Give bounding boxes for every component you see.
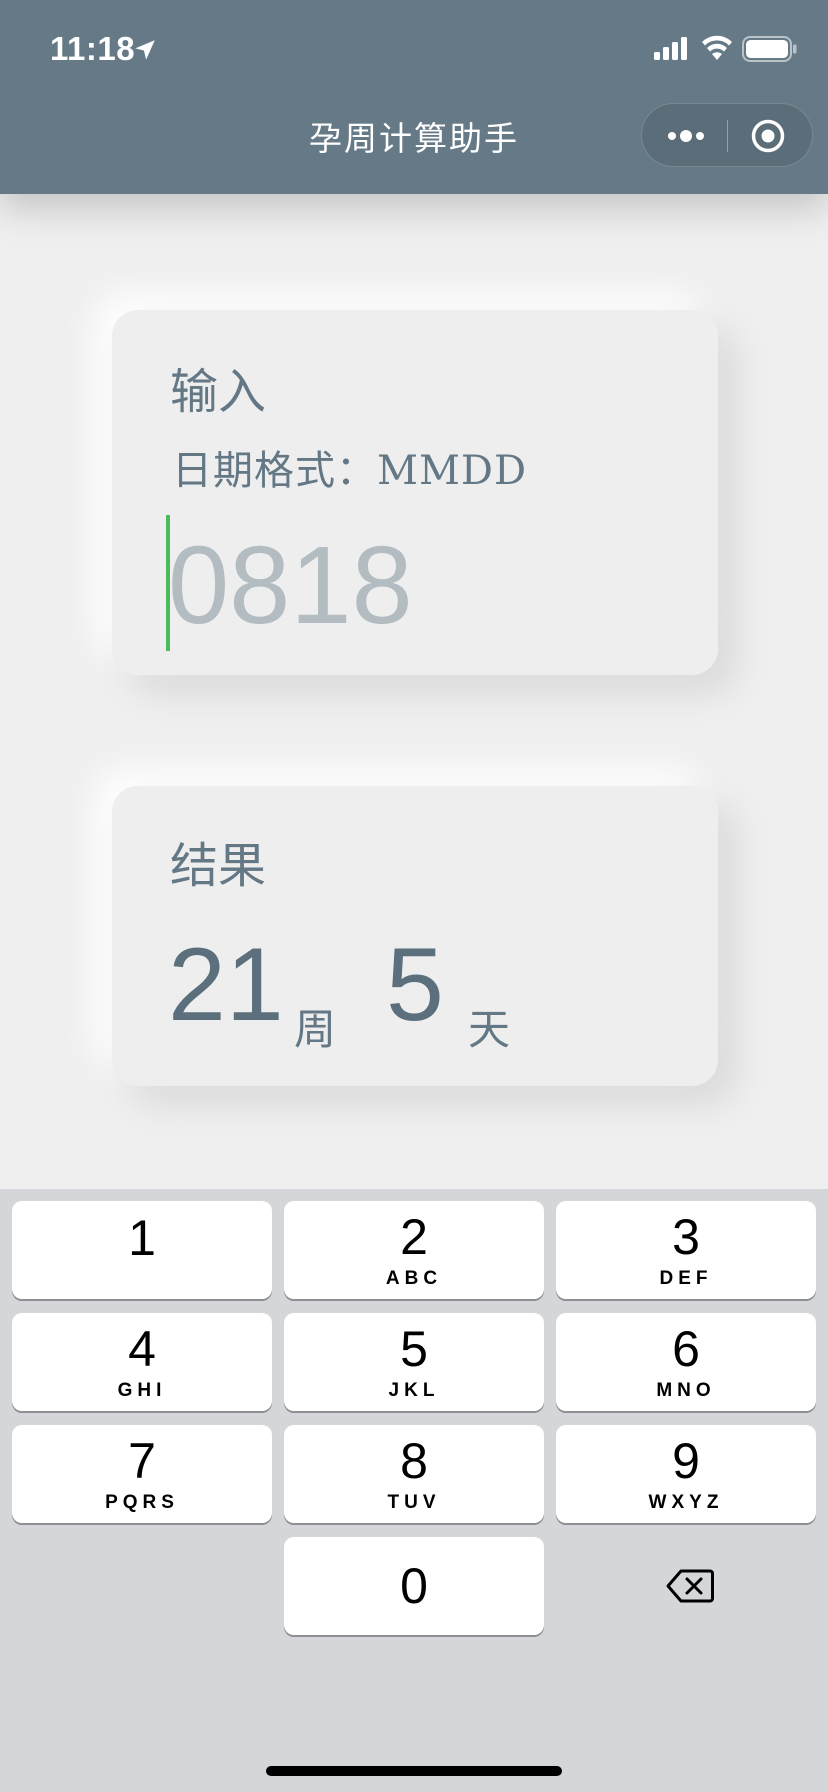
key-1[interactable]: 1 bbox=[12, 1201, 272, 1299]
key-number: 7 bbox=[128, 1433, 156, 1489]
wifi-icon bbox=[702, 35, 732, 60]
date-input-wrapper bbox=[166, 515, 666, 655]
key-7[interactable]: 7 PQRS bbox=[12, 1425, 272, 1523]
home-indicator bbox=[266, 1766, 562, 1776]
days-unit: 天 bbox=[468, 1005, 511, 1054]
key-number: 1 bbox=[128, 1210, 156, 1266]
numeric-keypad: 1 2 ABC 3 DEF 4 GHI 5 JKL 6 MNO 7 PQRS 8… bbox=[0, 1189, 828, 1792]
key-letters: JKL bbox=[388, 1380, 440, 1401]
page: 11:18 孕周计算助手 输入 日期格式：MMDD 0818 结果 21 周 5… bbox=[0, 0, 828, 1792]
key-letters: TUV bbox=[387, 1492, 441, 1513]
key-number: 9 bbox=[672, 1433, 700, 1489]
key-number: 2 bbox=[400, 1209, 428, 1265]
key-number: 4 bbox=[128, 1321, 156, 1377]
key-letters: GHI bbox=[117, 1380, 167, 1401]
date-input[interactable] bbox=[168, 515, 648, 655]
key-number: 5 bbox=[400, 1321, 428, 1377]
key-letters: DEF bbox=[659, 1268, 713, 1289]
result-value: 21 周 5 天 bbox=[168, 926, 688, 1054]
location-arrow-icon bbox=[135, 40, 155, 60]
backspace-icon bbox=[666, 1569, 714, 1603]
key-number: 6 bbox=[672, 1321, 700, 1377]
key-letters: ABC bbox=[385, 1268, 443, 1289]
key-8[interactable]: 8 TUV bbox=[284, 1425, 544, 1523]
key-number: 3 bbox=[672, 1209, 700, 1265]
header: 11:18 孕周计算助手 bbox=[0, 0, 828, 194]
key-5[interactable]: 5 JKL bbox=[284, 1313, 544, 1411]
date-format-hint: 日期格式：MMDD bbox=[172, 448, 528, 494]
key-3[interactable]: 3 DEF bbox=[556, 1201, 816, 1299]
delete-key[interactable] bbox=[556, 1537, 816, 1635]
status-time: 11:18 bbox=[50, 30, 136, 67]
close-target-icon[interactable] bbox=[750, 118, 786, 154]
key-number: 8 bbox=[400, 1433, 428, 1489]
key-number: 0 bbox=[400, 1558, 428, 1614]
key-4[interactable]: 4 GHI bbox=[12, 1313, 272, 1411]
input-card-title: 输入 bbox=[170, 364, 267, 420]
weeks-value: 21 bbox=[168, 927, 284, 1043]
input-card: 输入 日期格式：MMDD bbox=[112, 310, 718, 675]
result-card-title: 结果 bbox=[170, 838, 267, 894]
key-letters: MNO bbox=[656, 1380, 716, 1401]
more-dots-icon[interactable] bbox=[664, 122, 708, 150]
result-card: 结果 21 周 5 天 bbox=[112, 786, 718, 1086]
cellular-signal-icon bbox=[654, 37, 687, 60]
key-6[interactable]: 6 MNO bbox=[556, 1313, 816, 1411]
key-letters: WXYZ bbox=[648, 1492, 724, 1513]
weeks-unit: 周 bbox=[294, 1005, 337, 1054]
battery-icon bbox=[742, 36, 797, 62]
capsule-divider bbox=[727, 120, 728, 152]
key-2[interactable]: 2 ABC bbox=[284, 1201, 544, 1299]
days-value: 5 bbox=[386, 927, 444, 1043]
key-9[interactable]: 9 WXYZ bbox=[556, 1425, 816, 1523]
key-letters: PQRS bbox=[105, 1492, 179, 1513]
key-0[interactable]: 0 bbox=[284, 1537, 544, 1635]
mini-program-capsule bbox=[641, 103, 813, 167]
